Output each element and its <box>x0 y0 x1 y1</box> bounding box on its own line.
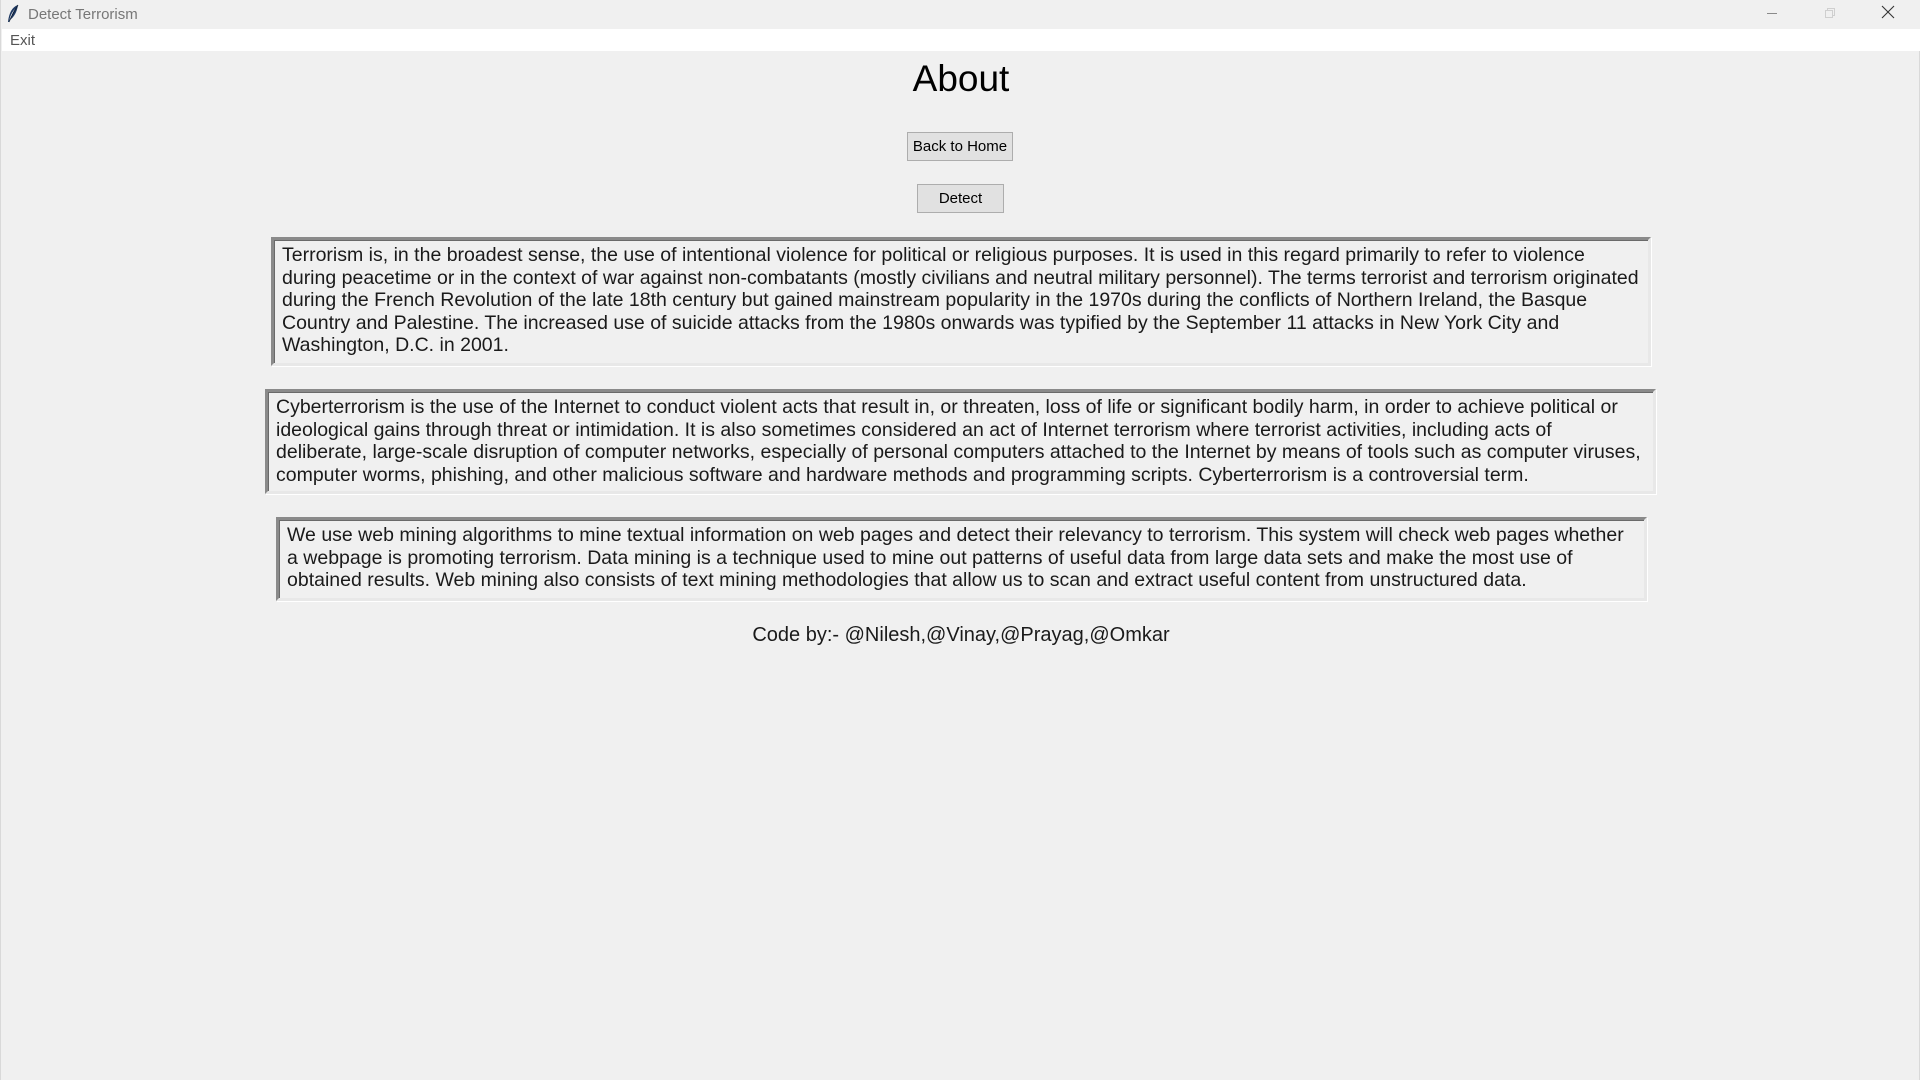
app-window: Detect Terrorism Exit About Back to Home… <box>0 0 1920 1080</box>
close-button[interactable] <box>1859 0 1917 29</box>
minimize-button[interactable] <box>1743 0 1801 29</box>
window-title: Detect Terrorism <box>28 6 138 23</box>
menu-item-exit[interactable]: Exit <box>10 32 35 49</box>
menu-bar: Exit <box>2 29 1920 51</box>
maximize-icon <box>1824 6 1836 24</box>
title-bar[interactable]: Detect Terrorism <box>1 0 1920 29</box>
back-to-home-button[interactable]: Back to Home <box>907 132 1013 161</box>
terrorism-description-text[interactable]: Terrorism is, in the broadest sense, the… <box>271 237 1651 366</box>
credits-label: Code by:- @Nilesh,@Vinay,@Prayag,@Omkar <box>752 624 1170 646</box>
minimize-icon <box>1766 6 1778 24</box>
page-title: About <box>912 58 1010 99</box>
close-icon <box>1881 5 1895 24</box>
feather-icon <box>6 4 20 24</box>
maximize-button[interactable] <box>1801 0 1859 29</box>
web-mining-description-text[interactable]: We use web mining algorithms to mine tex… <box>276 517 1647 601</box>
detect-button[interactable]: Detect <box>917 184 1004 213</box>
cyberterrorism-description-text[interactable]: Cyberterrorism is the use of the Interne… <box>265 389 1656 494</box>
